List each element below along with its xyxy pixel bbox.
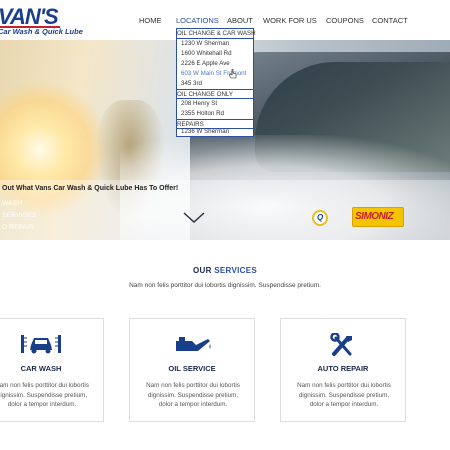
hero-link-repair[interactable]: O REPAIR [2, 224, 34, 231]
brand-logo[interactable]: VAN'S Car Wash & Quick Lube [0, 4, 83, 38]
service-card-oil-service[interactable]: OIL SERVICE Nam non felis porttitor dui … [129, 318, 255, 422]
quaker-state-logo: Q [312, 210, 328, 226]
simoniz-logo: SIMONIZ [352, 207, 404, 227]
location-item[interactable]: 1236 W Sherman [177, 127, 253, 137]
location-item[interactable]: 2226 E Apple Ave [177, 59, 253, 69]
hand-cursor-icon [229, 69, 237, 79]
location-item[interactable]: 1230 W Sherman [177, 39, 253, 49]
hero-link-services[interactable]: SERVICES [2, 212, 36, 219]
location-item[interactable]: 208 Henry St [177, 99, 253, 109]
service-card-car-wash[interactable]: CAR WASH Nam non felis porttitor dui lob… [0, 318, 104, 422]
hero-tagline: Out What Vans Car Wash & Quick Lube Has … [2, 185, 179, 192]
location-item[interactable]: 1600 Whitehall Rd [177, 49, 253, 59]
nav-contact[interactable]: CONTACT [372, 14, 408, 28]
service-card-title: CAR WASH [20, 364, 62, 373]
service-card-auto-repair[interactable]: AUTO REPAIR Nam non felis porttitor dui … [280, 318, 406, 422]
services-heading-highlight: SERVICES [214, 266, 257, 275]
page: VAN'S Car Wash & Quick Lube HOME LOCATIO… [0, 0, 450, 450]
nav-work-for-us[interactable]: WORK FOR US [263, 14, 317, 28]
location-item[interactable]: 345 3rd [177, 79, 253, 89]
location-item-hovered[interactable]: 603 W Main St Fremont [177, 69, 253, 79]
services-heading-prefix: OUR [193, 266, 212, 275]
nav-locations[interactable]: LOCATIONS [176, 14, 219, 28]
dropdown-group-heading: OIL CHANGE & CAR WASH [177, 30, 256, 39]
locations-dropdown: OIL CHANGE & CAR WASH 1230 W Sherman 160… [176, 28, 256, 137]
service-card-description: Nam non felis porttitor dui lobortis dig… [297, 382, 391, 408]
hero-link-wash[interactable]: WASH [2, 200, 22, 207]
simoniz-logo-text: SIMONIZ [355, 211, 394, 222]
services-subtitle: Nam non felis porttitor dui lobortis dig… [129, 282, 321, 289]
dropdown-group-heading: OIL CHANGE ONLY [177, 89, 253, 99]
nav-about[interactable]: ABOUT [227, 14, 253, 28]
brand-tagline: Car Wash & Quick Lube [0, 27, 83, 36]
tools-icon [281, 332, 405, 357]
service-card-description: Nam non felis porttitor dui lobortis dig… [146, 382, 240, 408]
nav-home[interactable]: HOME [139, 14, 162, 28]
brand-name: VAN'S [0, 4, 59, 29]
service-card-title: AUTO REPAIR [317, 364, 369, 373]
services-heading: OUR SERVICES [0, 266, 450, 275]
car-wash-icon [0, 333, 103, 357]
chevron-down-icon[interactable] [183, 212, 205, 224]
service-card-title: OIL SERVICE [168, 364, 216, 373]
service-card-description: Nam non felis porttitor dui lobortis dig… [0, 382, 89, 408]
nav-coupons[interactable]: COUPONS [326, 14, 364, 28]
oil-can-icon [130, 333, 254, 357]
location-item[interactable]: 2355 Holton Rd [177, 109, 253, 119]
